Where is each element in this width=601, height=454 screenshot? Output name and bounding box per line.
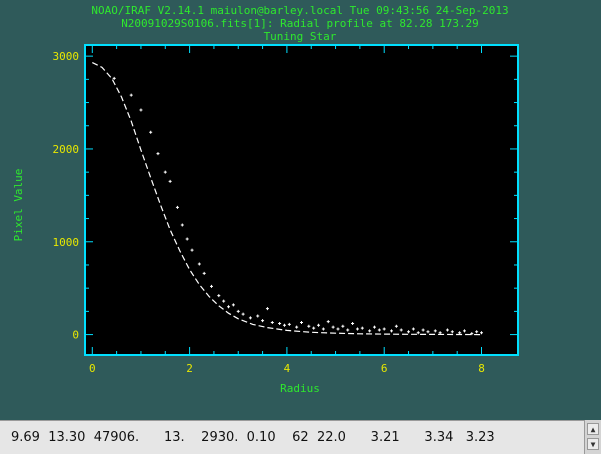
radial-profile-chart: NOAO/IRAF V2.14.1 maiulon@barley.local T…: [12, 4, 519, 395]
triangle-down-icon[interactable]: ▼: [587, 438, 599, 450]
y-tick-label: 1000: [53, 236, 80, 249]
x-tick-label: 6: [381, 362, 388, 375]
plot-window: NOAO/IRAF V2.14.1 maiulon@barley.local T…: [0, 0, 601, 420]
status-text: 9.69 13.30 47906. 13. 2930. 0.10 62 22.0…: [11, 430, 495, 445]
y-tick-label: 2000: [53, 143, 80, 156]
header-line-2: N20091029S0106.fits[1]: Radial profile a…: [121, 17, 479, 30]
triangle-up-icon[interactable]: ▲: [587, 423, 599, 435]
y-tick-label: 3000: [53, 50, 80, 63]
chart-title: Tuning Star: [264, 30, 337, 43]
x-axis-label: Radius: [280, 382, 320, 395]
x-tick-label: 8: [478, 362, 485, 375]
status-bar: 9.69 13.30 47906. 13. 2930. 0.10 62 22.0…: [0, 420, 601, 454]
y-tick-label: 0: [72, 329, 79, 342]
x-tick-label: 0: [89, 362, 96, 375]
y-axis-label: Pixel Value: [12, 169, 25, 242]
status-scrollbar[interactable]: ▲ ▼: [584, 420, 601, 454]
plot-frame: [84, 44, 519, 356]
header-line-1: NOAO/IRAF V2.14.1 maiulon@barley.local T…: [91, 4, 508, 17]
x-tick-label: 4: [284, 362, 291, 375]
x-tick-label: 2: [186, 362, 193, 375]
